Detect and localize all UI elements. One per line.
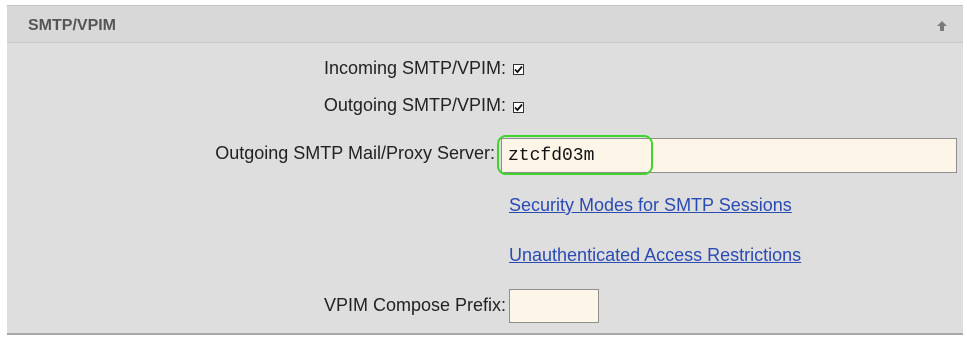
vpim-compose-prefix-input[interactable] xyxy=(509,289,599,323)
proxy-server-label: Outgoing SMTP Mail/Proxy Server: xyxy=(215,143,495,163)
security-modes-link[interactable]: Security Modes for SMTP Sessions xyxy=(509,195,792,216)
unauthenticated-access-link[interactable]: Unauthenticated Access Restrictions xyxy=(509,245,801,266)
incoming-smtp-vpim-label: Incoming SMTP/VPIM: xyxy=(323,58,506,78)
vpim-compose-prefix-label: VPIM Compose Prefix: xyxy=(323,295,506,315)
incoming-smtp-vpim-checkbox[interactable] xyxy=(513,64,524,75)
outgoing-smtp-vpim-label: Outgoing SMTP/VPIM: xyxy=(323,95,506,115)
proxy-server-input[interactable] xyxy=(501,138,957,173)
panel-header: SMTP/VPIM xyxy=(7,6,963,43)
checkmark-icon xyxy=(514,103,523,112)
panel-title: SMTP/VPIM xyxy=(28,17,117,34)
up-arrow-icon[interactable] xyxy=(935,19,949,33)
checkmark-icon xyxy=(514,65,523,74)
outgoing-smtp-vpim-checkbox[interactable] xyxy=(513,102,524,113)
